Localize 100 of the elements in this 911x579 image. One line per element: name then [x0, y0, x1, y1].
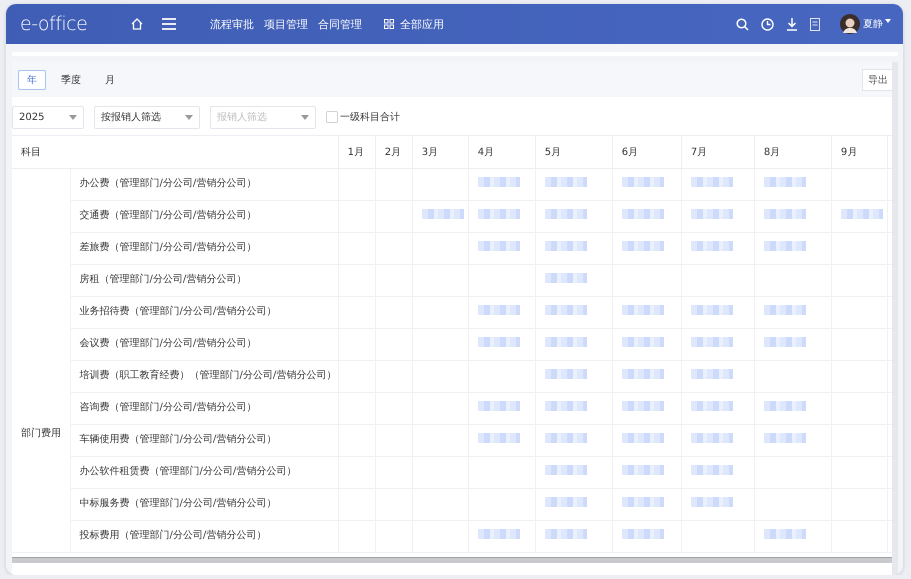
- redacted-value: [764, 176, 806, 186]
- redacted-value: [478, 400, 520, 410]
- redacted-value: [690, 336, 733, 346]
- redacted-value: [544, 240, 587, 250]
- column-header: 5月: [535, 136, 612, 168]
- redacted-value: [622, 432, 664, 442]
- home-icon[interactable]: [130, 17, 144, 31]
- all-apps-link[interactable]: 全部应用: [400, 16, 444, 32]
- redacted-value: [478, 432, 520, 442]
- column-header: 1月: [338, 136, 376, 168]
- caret-icon[interactable]: [885, 19, 891, 23]
- download-icon[interactable]: [786, 18, 798, 30]
- column-header: 2月: [375, 136, 412, 168]
- redacted-value: [544, 368, 587, 378]
- caret-icon: [301, 114, 309, 120]
- logo[interactable]: e-office: [20, 13, 130, 35]
- redacted-value: [622, 304, 664, 314]
- table-cell: 投标费用（管理部门/分公司/营销分公司）: [70, 520, 338, 552]
- redacted-value: [690, 464, 733, 474]
- redacted-value: [544, 208, 587, 218]
- redacted-value: [764, 336, 806, 346]
- table-cell: 办公费（管理部门/分公司/营销分公司）: [70, 168, 338, 200]
- user-name[interactable]: 夏静: [863, 17, 883, 31]
- redacted-value: [544, 176, 587, 186]
- column-header: 9月: [831, 136, 888, 168]
- redacted-value: [764, 432, 806, 442]
- redacted-value: [622, 400, 664, 410]
- redacted-value: [764, 208, 806, 218]
- redacted-value: [622, 208, 664, 218]
- redacted-value: [764, 528, 806, 538]
- year-select[interactable]: 2025: [12, 106, 84, 128]
- grid-icon[interactable]: [384, 19, 394, 29]
- redacted-value: [690, 208, 733, 218]
- column-header: 8月: [754, 136, 832, 168]
- table-cell: 车辆使用费（管理部门/分公司/营销分公司）: [70, 424, 338, 456]
- column-header: 科目: [12, 136, 338, 168]
- redacted-value: [622, 528, 664, 538]
- redacted-value: [478, 240, 520, 250]
- export-button[interactable]: 导出: [862, 68, 892, 90]
- nav-link[interactable]: 流程审批: [210, 16, 254, 32]
- checkbox-label: 一级科目合计: [340, 110, 400, 124]
- redacted-value: [690, 432, 733, 442]
- clock-icon[interactable]: [761, 18, 774, 30]
- redacted-value: [622, 368, 664, 378]
- table-cell: 中标服务费（管理部门/分公司/营销分公司）: [70, 488, 338, 520]
- table-cell: 业务招待费（管理部门/分公司/营销分公司）: [70, 296, 338, 328]
- redacted-value: [478, 336, 520, 346]
- redacted-value: [422, 208, 464, 218]
- period-tab[interactable]: 月: [96, 70, 124, 90]
- table-cell: 交通费（管理部门/分公司/营销分公司）: [70, 200, 338, 232]
- menu-icon[interactable]: [162, 18, 176, 30]
- redacted-value: [690, 176, 733, 186]
- redacted-value: [764, 400, 806, 410]
- redacted-value: [478, 176, 520, 186]
- redacted-value: [478, 528, 520, 538]
- table-cell: 房租（管理部门/分公司/营销分公司）: [70, 264, 338, 296]
- redacted-value: [622, 336, 664, 346]
- redacted-value: [544, 432, 587, 442]
- filter-mode-select[interactable]: 按报销人筛选: [94, 106, 200, 128]
- period-tab[interactable]: 年: [18, 70, 46, 90]
- redacted-value: [840, 208, 883, 218]
- column-header: 4月: [468, 136, 536, 168]
- redacted-value: [690, 304, 733, 314]
- caret-icon: [185, 114, 193, 120]
- group-cell: 部门费用: [12, 168, 70, 552]
- redacted-value: [764, 304, 806, 314]
- table-cell: 咨询费（管理部门/分公司/营销分公司）: [70, 392, 338, 424]
- redacted-value: [544, 272, 587, 282]
- checkbox[interactable]: [326, 111, 338, 123]
- caret-icon: [69, 114, 77, 120]
- redacted-value: [544, 528, 587, 538]
- redacted-value: [622, 496, 664, 506]
- table-cell: 培训费（职工教育经费）（管理部门/分公司/营销分公司）: [70, 360, 338, 392]
- table-cell: 差旅费（管理部门/分公司/营销分公司）: [70, 232, 338, 264]
- redacted-value: [690, 496, 733, 506]
- column-header: 7月: [681, 136, 754, 168]
- nav-link[interactable]: 项目管理: [264, 16, 308, 32]
- table-cell: 会议费（管理部门/分公司/营销分公司）: [70, 328, 338, 360]
- redacted-value: [622, 464, 664, 474]
- table-cell: 办公软件租赁费（管理部门/分公司/营销分公司）: [70, 456, 338, 488]
- redacted-value: [478, 208, 520, 218]
- redacted-value: [478, 304, 520, 314]
- column-header: 6月: [612, 136, 682, 168]
- nav-link[interactable]: 合同管理: [318, 16, 362, 32]
- period-tab[interactable]: 季度: [52, 70, 90, 90]
- search-icon[interactable]: [736, 18, 749, 30]
- column-header: 3月: [412, 136, 468, 168]
- redacted-value: [690, 368, 733, 378]
- redacted-value: [544, 304, 587, 314]
- redacted-value: [544, 336, 587, 346]
- document-icon[interactable]: [810, 18, 820, 30]
- redacted-value: [544, 400, 587, 410]
- redacted-value: [622, 240, 664, 250]
- redacted-value: [690, 240, 733, 250]
- avatar[interactable]: [840, 14, 860, 34]
- redacted-value: [690, 400, 733, 410]
- redacted-value: [544, 464, 587, 474]
- redacted-value: [544, 496, 587, 506]
- redacted-value: [764, 240, 806, 250]
- redacted-value: [622, 176, 664, 186]
